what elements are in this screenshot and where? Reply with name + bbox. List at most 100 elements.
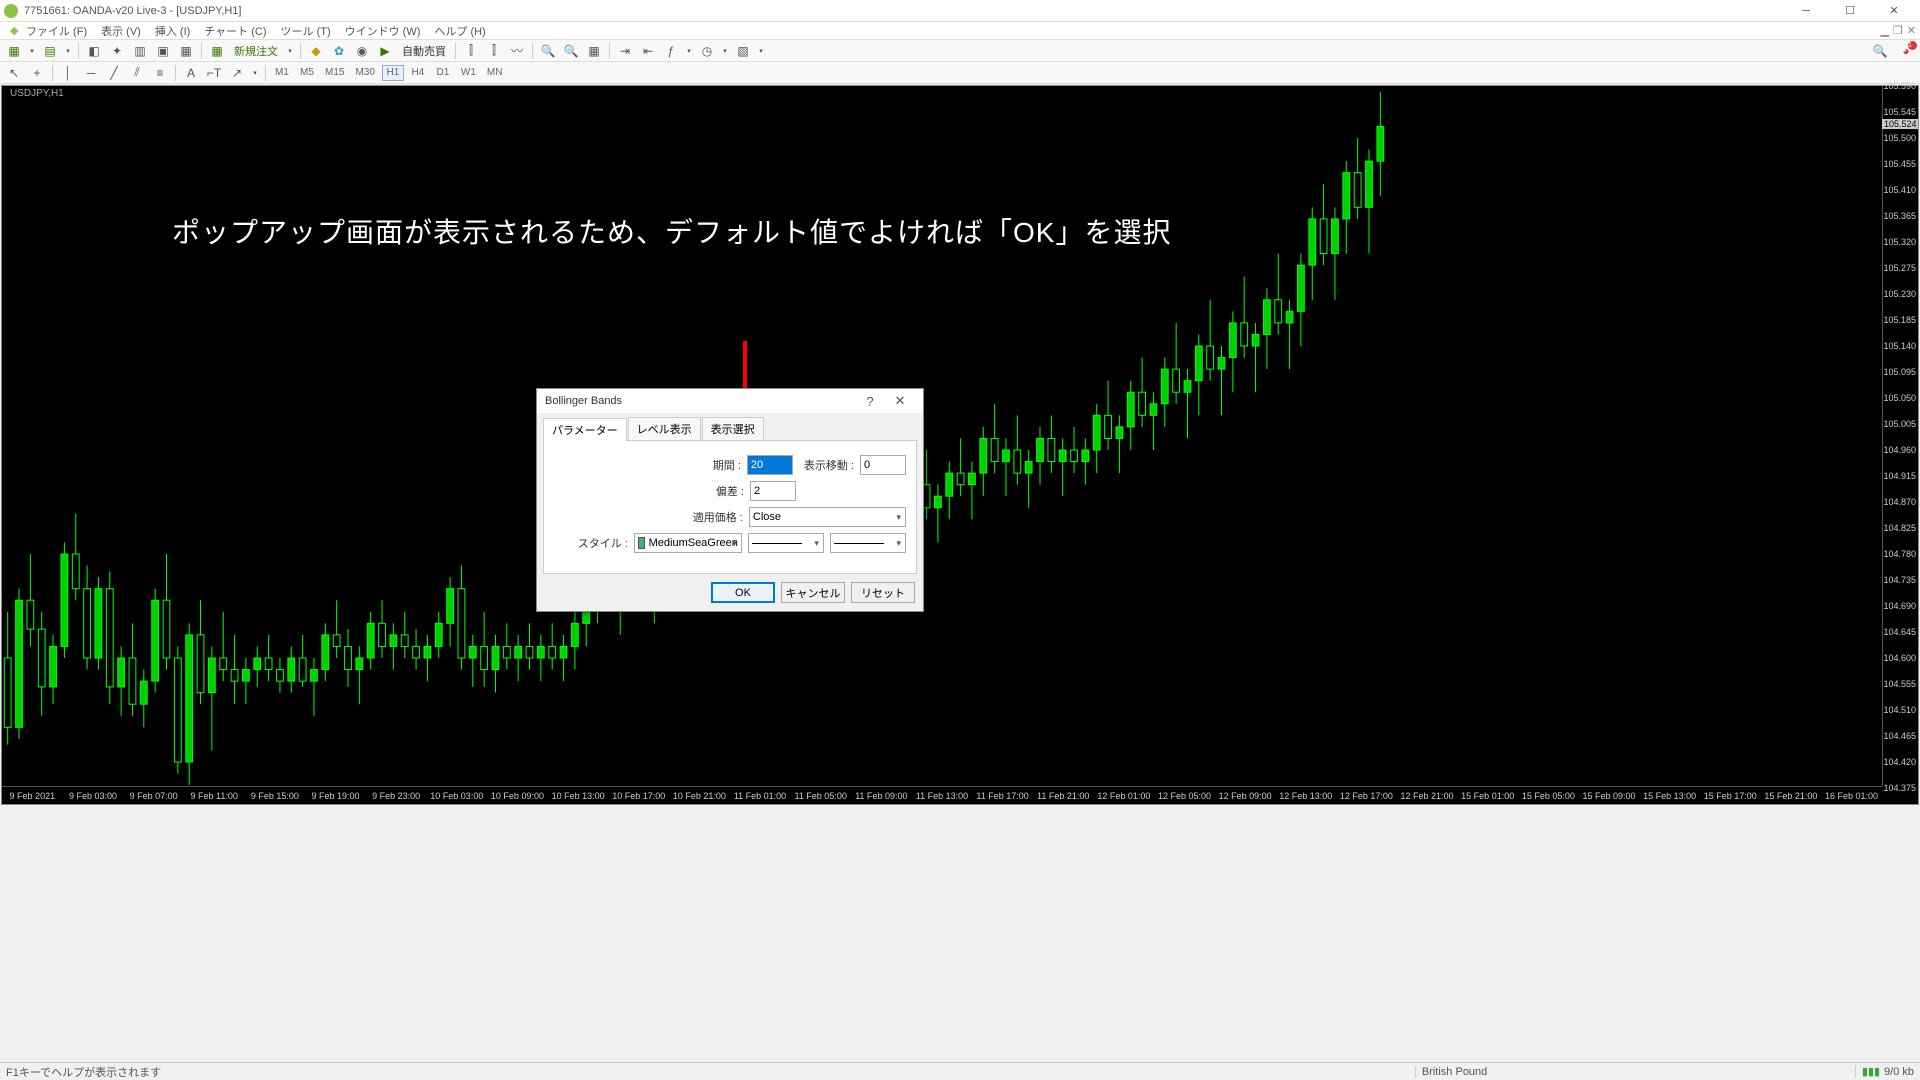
templates-dropdown[interactable]: ▾ bbox=[756, 47, 766, 55]
tab-levels[interactable]: レベル表示 bbox=[628, 417, 701, 440]
menu-view[interactable]: 表示 (V) bbox=[95, 22, 147, 40]
tf-m30[interactable]: M30 bbox=[351, 65, 378, 81]
tile-icon[interactable]: ▦ bbox=[584, 42, 604, 60]
textlabel-icon[interactable]: ⌐T bbox=[204, 64, 224, 82]
messages-icon[interactable]: ◕1 bbox=[1896, 42, 1916, 60]
bollinger-dialog: Bollinger Bands ? ✕ パラメーター レベル表示 表示選択 期間… bbox=[536, 388, 924, 612]
label-style: スタイル : bbox=[554, 535, 628, 551]
price-axis: 105.590105.545105.500105.455105.410105.3… bbox=[1882, 86, 1918, 786]
vline-icon[interactable]: │ bbox=[58, 64, 78, 82]
cursor-icon[interactable]: ↖ bbox=[4, 64, 24, 82]
terminal-icon[interactable]: ▣ bbox=[153, 42, 173, 60]
crosshair-icon[interactable]: + bbox=[27, 64, 47, 82]
navigator-icon[interactable]: ✦ bbox=[107, 42, 127, 60]
time-axis: 9 Feb 20219 Feb 03:009 Feb 07:009 Feb 11… bbox=[2, 786, 1882, 804]
new-chart-icon[interactable]: ▦ bbox=[4, 42, 24, 60]
statusbar: F1キーでヘルプが表示されます British Pound ▮▮▮9/0 kb bbox=[0, 1062, 1920, 1080]
text-icon[interactable]: A bbox=[181, 64, 201, 82]
metaeditor-icon[interactable]: ◆ bbox=[306, 42, 326, 60]
tf-h4[interactable]: H4 bbox=[407, 65, 429, 81]
menu-tools[interactable]: ツール (T) bbox=[275, 22, 337, 40]
arrows-icon[interactable]: ↗ bbox=[227, 64, 247, 82]
tutorial-caption: ポップアップ画面が表示されるため、デフォルト値でよければ「OK」を選択 bbox=[172, 211, 1171, 251]
hline-icon[interactable]: ─ bbox=[81, 64, 101, 82]
input-deviation[interactable] bbox=[750, 481, 796, 501]
status-connection: ▮▮▮9/0 kb bbox=[1855, 1065, 1920, 1078]
input-period[interactable] bbox=[747, 455, 793, 475]
data-window-icon[interactable]: ▥ bbox=[130, 42, 150, 60]
autotrade-label[interactable]: 自動売買 bbox=[398, 43, 450, 59]
periods-dropdown[interactable]: ▾ bbox=[720, 47, 730, 55]
line-chart-icon[interactable]: 〰 bbox=[507, 42, 527, 60]
dialog-help-button[interactable]: ? bbox=[855, 394, 885, 409]
bar-chart-icon[interactable]: ⫿ bbox=[461, 42, 481, 60]
trendline-icon[interactable]: ╱ bbox=[104, 64, 124, 82]
menubar: ◆ ファイル (F) 表示 (V) 挿入 (I) チャート (C) ツール (T… bbox=[0, 22, 1920, 40]
search-icon[interactable]: 🔍 bbox=[1870, 42, 1890, 60]
new-order-dropdown[interactable]: ▾ bbox=[285, 47, 295, 55]
mdi-minimize-icon[interactable]: ▁ bbox=[1880, 24, 1888, 37]
tf-m5[interactable]: M5 bbox=[296, 65, 318, 81]
candle-chart-icon[interactable]: ⫿ bbox=[484, 42, 504, 60]
minimize-button[interactable]: ─ bbox=[1784, 1, 1828, 21]
select-color[interactable]: MediumSeaGreen bbox=[634, 533, 742, 553]
mdi-close-icon[interactable]: ✕ bbox=[1907, 24, 1916, 37]
scroll-icon[interactable]: ⇥ bbox=[615, 42, 635, 60]
status-symbol: British Pound bbox=[1415, 1066, 1495, 1078]
autotrade-icon[interactable]: ▶ bbox=[375, 42, 395, 60]
dialog-close-button[interactable]: ✕ bbox=[885, 393, 915, 409]
cancel-button[interactable]: キャンセル bbox=[781, 582, 845, 603]
indicators-dropdown[interactable]: ▾ bbox=[684, 47, 694, 55]
color-swatch-icon bbox=[638, 537, 645, 549]
periods-icon[interactable]: ◷ bbox=[697, 42, 717, 60]
templates-icon[interactable]: ▧ bbox=[733, 42, 753, 60]
shift-icon[interactable]: ⇤ bbox=[638, 42, 658, 60]
menu-window[interactable]: ウインドウ (W) bbox=[339, 22, 427, 40]
tf-m15[interactable]: M15 bbox=[321, 65, 348, 81]
tf-h1[interactable]: H1 bbox=[382, 65, 404, 81]
tf-mn[interactable]: MN bbox=[483, 65, 507, 81]
maximize-button[interactable]: ☐ bbox=[1828, 1, 1872, 21]
tab-visual[interactable]: 表示選択 bbox=[702, 417, 764, 440]
select-line-width[interactable] bbox=[830, 533, 906, 553]
ok-button[interactable]: OK bbox=[711, 582, 775, 603]
new-order-icon[interactable]: ▦ bbox=[207, 42, 227, 60]
tf-w1[interactable]: W1 bbox=[457, 65, 480, 81]
signal-icon: ▮▮▮ bbox=[1862, 1066, 1880, 1078]
fibo-icon[interactable]: ≡ bbox=[150, 64, 170, 82]
mdi-restore-icon[interactable]: ❐ bbox=[1893, 24, 1903, 37]
label-deviation: 偏差 : bbox=[554, 483, 744, 499]
tf-m1[interactable]: M1 bbox=[271, 65, 293, 81]
menu-insert[interactable]: 挿入 (I) bbox=[149, 22, 196, 40]
profiles-icon[interactable]: ▤ bbox=[40, 42, 60, 60]
market-watch-icon[interactable]: ◧ bbox=[84, 42, 104, 60]
fullscreen-icon[interactable]: ◉ bbox=[352, 42, 372, 60]
arrows-dropdown[interactable]: ▾ bbox=[250, 69, 260, 77]
app-menu-icon[interactable]: ◆ bbox=[4, 23, 18, 38]
menu-help[interactable]: ヘルプ (H) bbox=[428, 22, 491, 40]
new-order-label[interactable]: 新規注文 bbox=[230, 43, 282, 59]
menu-file[interactable]: ファイル (F) bbox=[20, 22, 93, 40]
profiles-dropdown[interactable]: ▾ bbox=[63, 47, 73, 55]
menu-chart[interactable]: チャート (C) bbox=[198, 22, 272, 40]
chart-area[interactable]: USDJPY,H1 105.590105.545105.500105.45510… bbox=[1, 85, 1919, 805]
toolbar-draw: ↖ + │ ─ ╱ ⫽ ≡ A ⌐T ↗▾ M1 M5 M15 M30 H1 H… bbox=[0, 62, 1920, 84]
options-icon[interactable]: ✿ bbox=[329, 42, 349, 60]
input-shift[interactable] bbox=[860, 455, 906, 475]
select-line-style[interactable] bbox=[748, 533, 824, 553]
new-chart-dropdown[interactable]: ▾ bbox=[27, 47, 37, 55]
strategy-tester-icon[interactable]: ▦ bbox=[176, 42, 196, 60]
select-apply-price[interactable]: Close bbox=[749, 507, 906, 527]
dialog-title: Bollinger Bands bbox=[545, 395, 622, 407]
channel-icon[interactable]: ⫽ bbox=[127, 64, 147, 82]
close-button[interactable]: ✕ bbox=[1872, 1, 1916, 21]
zoom-out-icon[interactable]: 🔍 bbox=[561, 42, 581, 60]
tab-parameters[interactable]: パラメーター bbox=[543, 418, 627, 441]
toolbar-main: ▦▾ ▤▾ ◧ ✦ ▥ ▣ ▦ ▦ 新規注文 ▾ ◆ ✿ ◉ ▶ 自動売買 ⫿ … bbox=[0, 40, 1920, 62]
tf-d1[interactable]: D1 bbox=[432, 65, 454, 81]
titlebar: 7751661: OANDA-v20 Live-3 - [USDJPY,H1] … bbox=[0, 0, 1920, 22]
zoom-in-icon[interactable]: 🔍 bbox=[538, 42, 558, 60]
window-title: 7751661: OANDA-v20 Live-3 - [USDJPY,H1] bbox=[24, 5, 241, 17]
indicators-icon[interactable]: ƒ bbox=[661, 42, 681, 60]
reset-button[interactable]: リセット bbox=[851, 582, 915, 603]
